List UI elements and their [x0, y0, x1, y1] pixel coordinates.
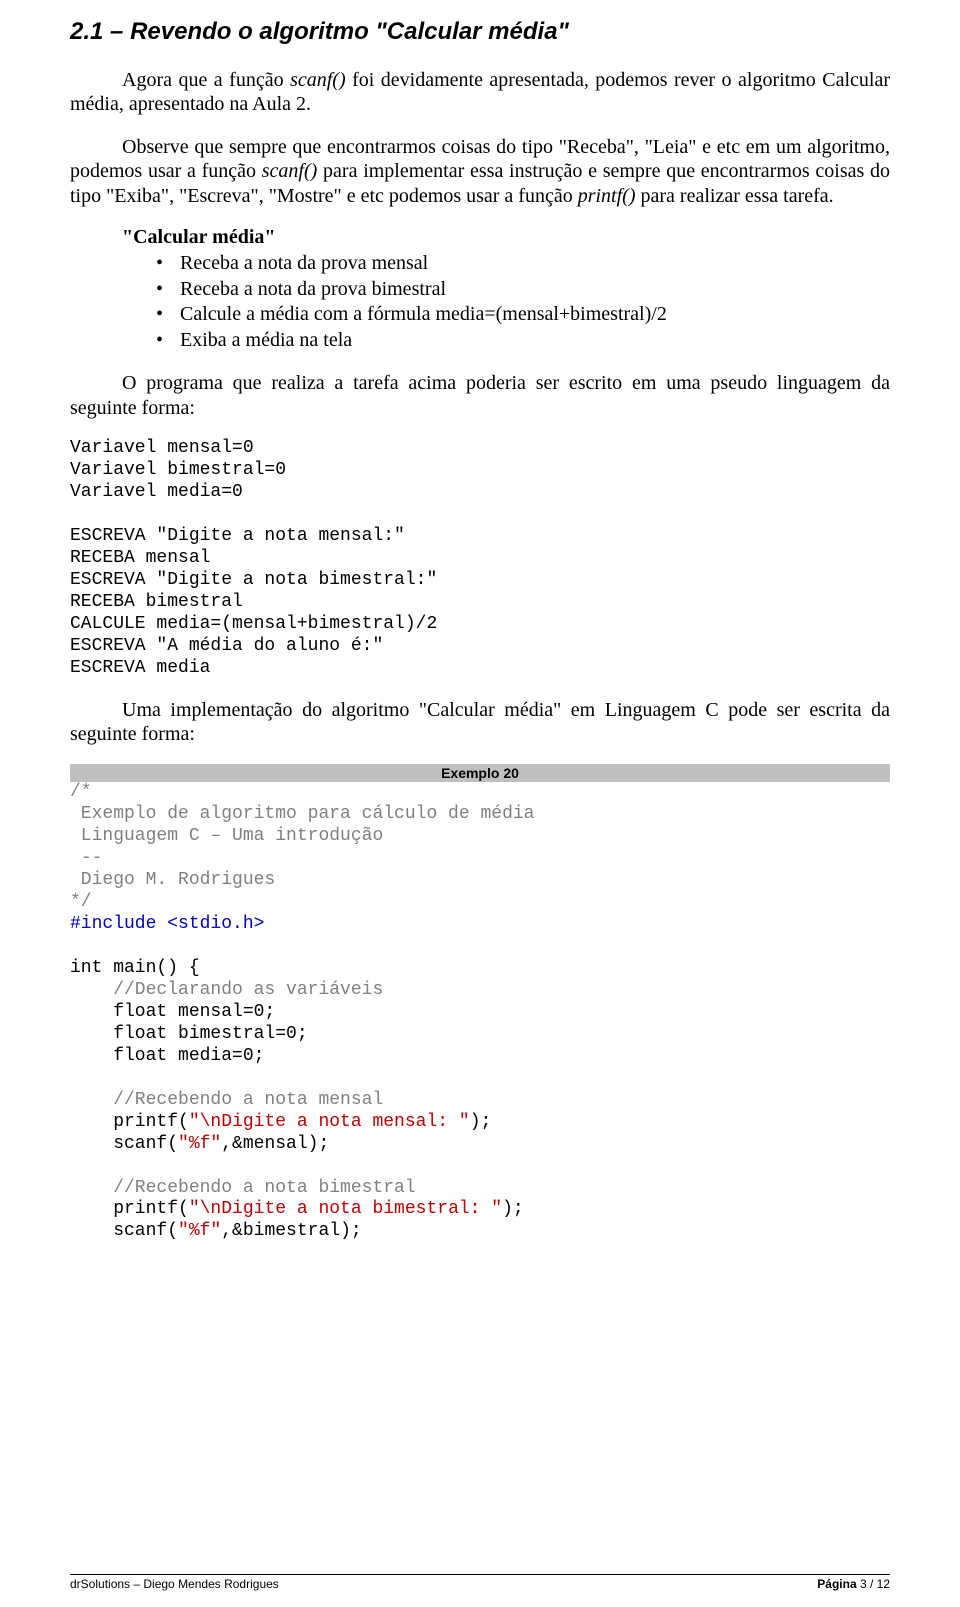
code-string: "\nDigite a nota bimestral: "	[189, 1199, 502, 1219]
section-number: 2.1	[70, 18, 103, 45]
paragraph-4: Uma implementação do algoritmo "Calcular…	[70, 698, 890, 747]
section-heading: 2.1 – Revendo o algoritmo "Calcular médi…	[70, 18, 890, 46]
code-line: ESCREVA "A média do aluno é:"	[70, 636, 383, 656]
code-comment: Exemplo de algoritmo para cálculo de méd…	[70, 804, 534, 824]
code-line: float bimestral=0;	[70, 1024, 308, 1044]
code-line: int main() {	[70, 958, 200, 978]
footer-page-label: Página	[817, 1577, 860, 1591]
code-comment: Diego M. Rodrigues	[70, 870, 275, 890]
code-line: printf("\nDigite a nota bimestral: ");	[70, 1199, 524, 1219]
bullet-item: Calcule a média com a fórmula media=(men…	[180, 302, 890, 328]
code-include: #include <stdio.h>	[70, 914, 264, 934]
code-line: scanf("%f",&bimestral);	[70, 1221, 362, 1241]
page-footer: drSolutions – Diego Mendes Rodrigues Pág…	[70, 1574, 890, 1591]
code-comment: Linguagem C – Uma introdução	[70, 826, 383, 846]
c-code-block: /* Exemplo de algoritmo para cálculo de …	[70, 782, 890, 1243]
code-line: ESCREVA "Digite a nota mensal:"	[70, 526, 405, 546]
algorithm-steps: Receba a nota da prova mensal Receba a n…	[70, 251, 890, 353]
code-string: "\nDigite a nota mensal: "	[189, 1112, 470, 1132]
paragraph-1: Agora que a função scanf() foi devidamen…	[70, 68, 890, 117]
code-comment: //Recebendo a nota mensal	[70, 1090, 383, 1110]
code-line: RECEBA mensal	[70, 548, 210, 568]
pseudocode-block: Variavel mensal=0 Variavel bimestral=0 V…	[70, 438, 890, 679]
code-line: ESCREVA media	[70, 658, 210, 678]
footer-page-number: 3 / 12	[860, 1577, 890, 1591]
code-line: Variavel media=0	[70, 482, 243, 502]
code-line: RECEBA bimestral	[70, 592, 243, 612]
func-scanf: scanf()	[290, 69, 346, 91]
code-comment: //Recebendo a nota bimestral	[70, 1178, 416, 1198]
paragraph-3: O programa que realiza a tarefa acima po…	[70, 371, 890, 420]
section-title-text: Revendo o algoritmo "Calcular média"	[130, 18, 569, 45]
code-line: printf("\nDigite a nota mensal: ");	[70, 1112, 491, 1132]
code-string: "%f"	[178, 1134, 221, 1154]
code-comment: */	[70, 892, 92, 912]
func-printf: printf()	[578, 185, 636, 207]
func-scanf: scanf()	[262, 160, 318, 182]
algorithm-title: "Calcular média"	[122, 226, 890, 249]
footer-right: Página 3 / 12	[817, 1577, 890, 1591]
code-comment: --	[70, 848, 102, 868]
code-line: Variavel bimestral=0	[70, 460, 286, 480]
bullet-item: Exiba a média na tela	[180, 328, 890, 354]
code-comment: //Declarando as variáveis	[70, 980, 383, 1000]
code-line: scanf("%f",&mensal);	[70, 1134, 329, 1154]
bullet-item: Receba a nota da prova mensal	[180, 251, 890, 277]
paragraph-2: Observe que sempre que encontrarmos cois…	[70, 135, 890, 208]
code-line: float mensal=0;	[70, 1002, 275, 1022]
code-line: ESCREVA "Digite a nota bimestral:"	[70, 570, 437, 590]
code-line: CALCULE media=(mensal+bimestral)/2	[70, 614, 437, 634]
example-label: Exemplo 20	[70, 764, 890, 782]
footer-left: drSolutions – Diego Mendes Rodrigues	[70, 1577, 279, 1591]
code-line: Variavel mensal=0	[70, 438, 254, 458]
code-comment: /*	[70, 782, 92, 802]
code-line: float media=0;	[70, 1046, 264, 1066]
code-string: "%f"	[178, 1221, 221, 1241]
bullet-item: Receba a nota da prova bimestral	[180, 277, 890, 303]
